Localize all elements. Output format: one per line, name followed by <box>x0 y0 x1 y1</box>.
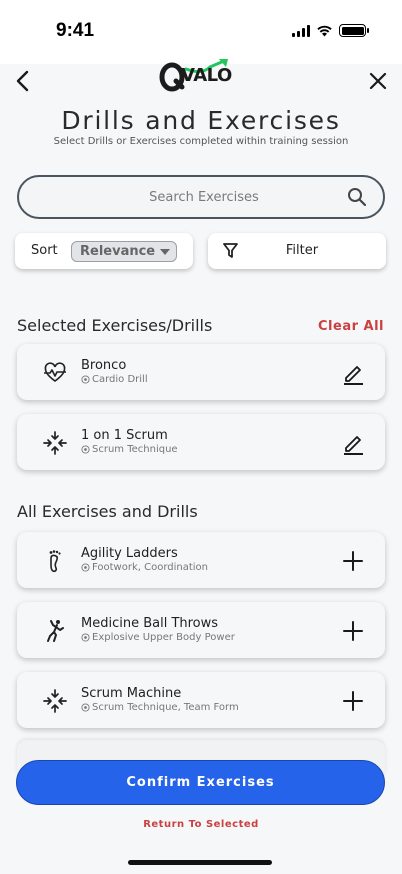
exercise-card[interactable]: Scrum Machine Scrum Technique, Team Form <box>17 672 385 728</box>
item-name: Scrum Machine <box>81 686 182 701</box>
back-chevron-icon[interactable] <box>12 68 34 94</box>
battery-icon <box>339 24 369 37</box>
selected-item-card[interactable]: Bronco Cardio Drill <box>17 344 385 400</box>
filter-button[interactable]: Filter <box>208 233 386 269</box>
page-title: Drills and Exercises <box>61 106 341 135</box>
target-icon <box>81 563 90 572</box>
search-bar <box>17 175 385 219</box>
sort-control: Sort Relevance <box>15 233 193 269</box>
status-time: 9:41 <box>56 20 95 41</box>
converge-arrows-icon <box>43 689 67 713</box>
selected-section-title: Selected Exercises/Drills <box>17 316 213 335</box>
all-section-title: All Exercises and Drills <box>17 502 198 521</box>
item-category: Scrum Technique <box>81 444 178 455</box>
sort-label: Sort <box>31 243 58 258</box>
item-category-text: Scrum Technique, Team Form <box>92 702 239 713</box>
status-icons <box>292 24 369 37</box>
item-category: Explosive Upper Body Power <box>81 632 235 643</box>
add-plus-icon[interactable] <box>341 689 365 713</box>
item-category-text: Footwork, Coordination <box>92 562 209 573</box>
edit-pencil-icon[interactable] <box>341 361 365 385</box>
item-name: Agility Ladders <box>81 546 178 561</box>
page-subtitle: Select Drills or Exercises completed wit… <box>53 136 349 147</box>
target-icon <box>81 375 90 384</box>
item-category-text: Explosive Upper Body Power <box>92 632 235 643</box>
add-plus-icon[interactable] <box>341 619 365 643</box>
status-bar: 9:41 <box>0 0 402 64</box>
item-category: Footwork, Coordination <box>81 562 208 573</box>
home-indicator <box>128 860 272 865</box>
target-icon <box>81 633 90 642</box>
exercise-card[interactable]: Medicine Ball Throws Explosive Upper Bod… <box>17 602 385 658</box>
converge-arrows-icon <box>43 431 67 455</box>
item-category: Scrum Technique, Team Form <box>81 702 239 713</box>
search-icon[interactable] <box>347 187 367 207</box>
sort-dropdown[interactable]: Relevance <box>71 241 177 262</box>
confirm-exercises-button[interactable]: Confirm Exercises <box>16 760 385 805</box>
selected-item-card[interactable]: 1 on 1 Scrum Scrum Technique <box>17 414 385 470</box>
exercise-card[interactable]: Agility Ladders Footwork, Coordination <box>17 532 385 588</box>
item-name: Medicine Ball Throws <box>81 616 219 631</box>
edit-pencil-icon[interactable] <box>341 431 365 455</box>
item-category: Cardio Drill <box>81 374 148 385</box>
target-icon <box>81 445 90 454</box>
throw-icon <box>47 620 64 642</box>
filter-label: Filter <box>285 243 319 258</box>
item-category-text: Cardio Drill <box>92 374 148 385</box>
item-name: Bronco <box>81 358 127 373</box>
sort-selected-value: Relevance <box>80 244 156 259</box>
item-name: 1 on 1 Scrum <box>81 428 168 443</box>
target-icon <box>81 703 90 712</box>
item-category-text: Scrum Technique <box>92 444 178 455</box>
caret-down-icon <box>160 249 170 255</box>
wifi-icon <box>317 25 332 37</box>
add-plus-icon[interactable] <box>341 549 365 573</box>
footprint-icon <box>49 550 61 573</box>
logo-text: VALO <box>181 65 232 86</box>
search-input[interactable] <box>59 177 349 217</box>
valo-logo: VALO <box>158 57 240 95</box>
cellular-signal-icon <box>292 24 310 37</box>
return-to-selected-link[interactable]: Return To Selected <box>0 819 402 830</box>
heartbeat-icon <box>44 362 66 382</box>
clear-all-button[interactable]: Clear All <box>318 319 384 334</box>
close-icon[interactable] <box>368 70 388 92</box>
